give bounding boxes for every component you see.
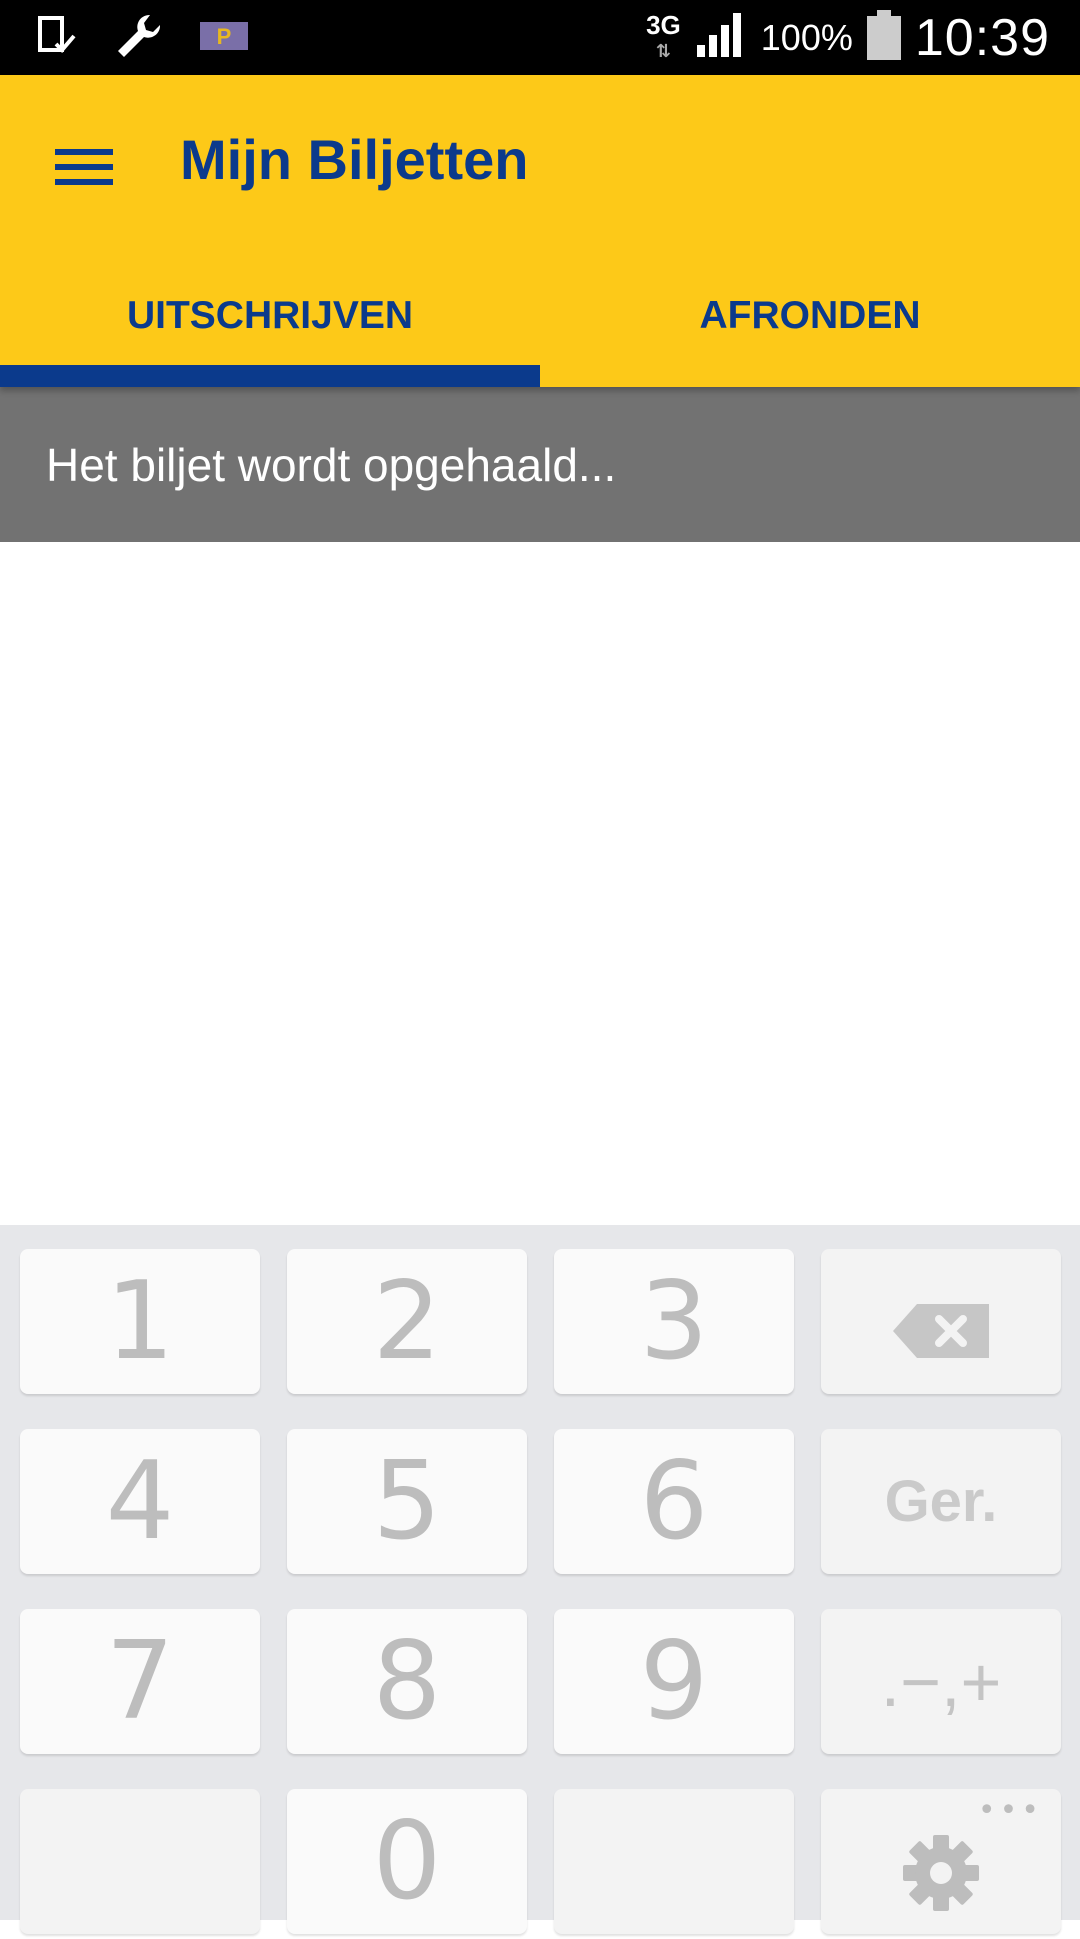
loading-message: Het biljet wordt opgehaald... [46, 438, 617, 491]
blank-key-left[interactable] [20, 1789, 260, 1934]
key-4[interactable]: 4 [20, 1429, 260, 1574]
status-bar-system: 3G ⇅ 100% 10:39 [646, 0, 1050, 75]
tab-bar: UITSCHRIJVEN AFRONDEN [0, 263, 1080, 387]
more-options-dots: ••• [977, 1793, 1043, 1828]
signal-icon [695, 11, 747, 64]
network-type: 3G ⇅ [646, 9, 681, 61]
download-complete-icon [36, 14, 78, 63]
key-3[interactable]: 3 [554, 1249, 794, 1394]
blank-key-right[interactable] [554, 1789, 794, 1934]
page-title: Mijn Biljetten [180, 128, 529, 191]
tab-uitschrijven[interactable]: UITSCHRIJVEN [0, 263, 540, 387]
clock: 10:39 [914, 8, 1050, 67]
status-bar-notifications: P [36, 10, 248, 66]
key-6[interactable]: 6 [554, 1429, 794, 1574]
key-8[interactable]: 8 [287, 1609, 527, 1754]
done-key[interactable]: Ger. [821, 1429, 1061, 1574]
symbols-key[interactable]: .−,+ [821, 1609, 1061, 1754]
hamburger-menu-icon [55, 145, 113, 194]
tab-afronden[interactable]: AFRONDEN [540, 263, 1080, 387]
status-bar: P 3G ⇅ 100% 10:39 [0, 0, 1080, 75]
backspace-icon [893, 1259, 989, 1384]
numeric-keyboard: 1 2 3 4 5 6 Ger. 7 8 9 .−,+ 0 ••• [0, 1225, 1080, 1934]
parking-app-icon: P [200, 21, 248, 55]
key-1[interactable]: 1 [20, 1249, 260, 1394]
key-9[interactable]: 9 [554, 1609, 794, 1754]
key-7[interactable]: 7 [20, 1609, 260, 1754]
key-5[interactable]: 5 [287, 1429, 527, 1574]
battery-icon [866, 10, 901, 65]
menu-button[interactable] [40, 125, 128, 213]
loading-banner: Het biljet wordt opgehaald... [0, 387, 1080, 542]
battery-percent: 100% [760, 16, 853, 58]
app-bar: Mijn Biljetten UITSCHRIJVEN AFRONDEN [0, 75, 1080, 387]
key-0[interactable]: 0 [287, 1789, 527, 1934]
backspace-key[interactable] [821, 1249, 1061, 1394]
gear-icon [901, 1814, 981, 1939]
svg-text:P: P [217, 24, 232, 49]
key-2[interactable]: 2 [287, 1249, 527, 1394]
settings-key[interactable]: ••• [821, 1789, 1061, 1934]
wrench-icon [114, 11, 164, 66]
